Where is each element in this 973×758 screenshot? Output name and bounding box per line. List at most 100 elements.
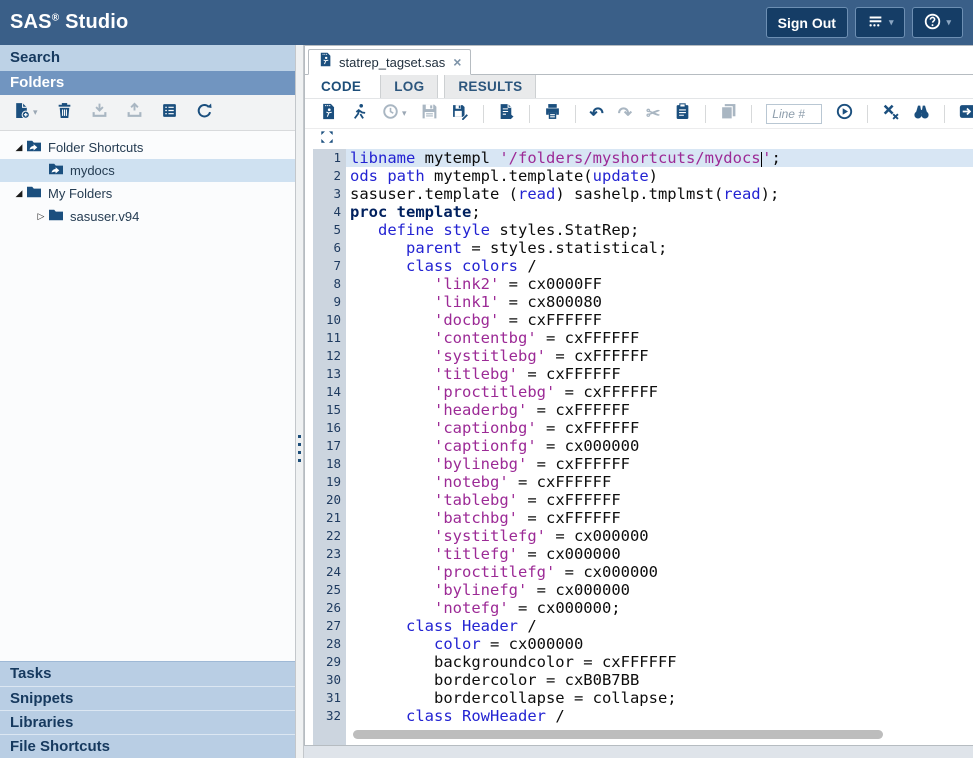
code-line-29: 29 backgroundcolor = cxFFFFFF bbox=[313, 653, 973, 671]
line-number-input[interactable] bbox=[766, 104, 822, 124]
tree-item-mydocs[interactable]: mydocs bbox=[0, 159, 295, 182]
code-line-8: 8 'link2' = cx0000FF bbox=[313, 275, 973, 293]
line-number: 26 bbox=[313, 599, 346, 617]
delete-button[interactable] bbox=[56, 102, 73, 124]
horizontal-scrollbar[interactable] bbox=[353, 730, 883, 740]
code-line-3: 3sasuser.template (read) sashelp.tmplmst… bbox=[313, 185, 973, 203]
tab-statrep-tagset-sas[interactable]: statrep_tagset.sas × bbox=[308, 49, 471, 75]
help-menu-button[interactable]: ▾ bbox=[912, 7, 963, 38]
tree-item-sasuser-v94[interactable]: ▷sasuser.v94 bbox=[0, 205, 295, 228]
line-number: 17 bbox=[313, 437, 346, 455]
code-line-19: 19 'notebg' = cxFFFFFF bbox=[313, 473, 973, 491]
document-tab-title: statrep_tagset.sas bbox=[339, 55, 445, 70]
save-as-button[interactable] bbox=[452, 103, 469, 125]
code-line-17: 17 'captionfg' = cx000000 bbox=[313, 437, 973, 455]
panel-file-shortcuts[interactable]: File Shortcuts bbox=[0, 734, 295, 758]
code-text: 'contentbg' = cxFFFFFF bbox=[346, 329, 973, 347]
tree-item-my-folders[interactable]: ◢My Folders bbox=[0, 182, 295, 205]
panel-folders[interactable]: Folders bbox=[0, 71, 295, 95]
code-line-4: 4proc template; bbox=[313, 203, 973, 221]
close-tab-icon[interactable]: × bbox=[453, 54, 461, 70]
code-line-15: 15 'headerbg' = cxFFFFFF bbox=[313, 401, 973, 419]
topbar-actions: Sign Out ▾ ▾ bbox=[766, 7, 963, 38]
run-button[interactable] bbox=[351, 103, 368, 125]
toolbar-separator bbox=[944, 105, 945, 123]
upload-button bbox=[126, 102, 143, 124]
code-text: 'notebg' = cxFFFFFF bbox=[346, 473, 973, 491]
find-replace-button[interactable] bbox=[913, 103, 930, 125]
line-number: 13 bbox=[313, 365, 346, 383]
code-text: 'docbg' = cxFFFFFF bbox=[346, 311, 973, 329]
go-icon bbox=[836, 103, 853, 125]
code-text: color = cx000000 bbox=[346, 635, 973, 653]
maximize-view-button[interactable] bbox=[320, 130, 334, 149]
panel-tasks[interactable]: Tasks bbox=[0, 662, 295, 686]
document-tabstrip: statrep_tagset.sas × bbox=[305, 48, 973, 75]
folder-shortcut-icon bbox=[48, 161, 70, 180]
line-number: 3 bbox=[313, 185, 346, 203]
code-text: 'bylinebg' = cxFFFFFF bbox=[346, 455, 973, 473]
collapsed-caret-icon[interactable]: ▷ bbox=[34, 211, 48, 222]
code-text: proc template; bbox=[346, 203, 973, 221]
tab-code[interactable]: CODE bbox=[308, 75, 374, 98]
expand-row bbox=[305, 129, 973, 149]
code-line-9: 9 'link1' = cx800080 bbox=[313, 293, 973, 311]
code-line-27: 27 class Header / bbox=[313, 617, 973, 635]
code-text: parent = styles.statistical; bbox=[346, 239, 973, 257]
line-number: 1 bbox=[313, 149, 346, 167]
line-number: 14 bbox=[313, 383, 346, 401]
sign-out-button[interactable]: Sign Out bbox=[766, 7, 848, 38]
new-program-button[interactable] bbox=[320, 103, 337, 125]
panel-libraries[interactable]: Libraries bbox=[0, 710, 295, 734]
refresh-button[interactable] bbox=[196, 102, 213, 124]
code-text: class Header / bbox=[346, 617, 973, 635]
indent-icon bbox=[959, 103, 973, 125]
chevron-down-icon: ▾ bbox=[889, 17, 894, 28]
more-menu-button[interactable]: ▾ bbox=[855, 7, 906, 38]
code-line-5: 5 define style styles.StatRep; bbox=[313, 221, 973, 239]
code-editor[interactable]: 1libname mytempl '/folders/myshortcuts/m… bbox=[313, 149, 973, 745]
code-text: 'notefg' = cx000000; bbox=[346, 599, 973, 617]
line-number: 20 bbox=[313, 491, 346, 509]
paste-button[interactable] bbox=[674, 103, 691, 125]
doc-arrow-icon bbox=[498, 103, 515, 125]
tree-item-folder-shortcuts[interactable]: ◢Folder Shortcuts bbox=[0, 136, 295, 159]
code-text: bordercolor = cxB0B7BB bbox=[346, 671, 973, 689]
tab-log[interactable]: LOG bbox=[380, 75, 438, 98]
panel-search[interactable]: Search bbox=[0, 45, 295, 71]
code-line-30: 30 bordercolor = cxB0B7BB bbox=[313, 671, 973, 689]
expanded-caret-icon[interactable]: ◢ bbox=[12, 142, 26, 153]
go-to-line-button[interactable] bbox=[836, 103, 853, 125]
code-text: class RowHeader / bbox=[346, 707, 973, 725]
code-text: sasuser.template (read) sashelp.tmplmst(… bbox=[346, 185, 973, 203]
line-number: 4 bbox=[313, 203, 346, 221]
line-number: 7 bbox=[313, 257, 346, 275]
line-number: 24 bbox=[313, 563, 346, 581]
line-number: 9 bbox=[313, 293, 346, 311]
redo-icon: ↷ bbox=[618, 105, 632, 122]
sidebar-splitter[interactable] bbox=[296, 45, 304, 758]
toolbar-separator bbox=[529, 105, 530, 123]
new-item-button[interactable]: ▾ bbox=[13, 102, 38, 124]
panel-snippets[interactable]: Snippets bbox=[0, 686, 295, 710]
scrollbar-thumb[interactable] bbox=[353, 730, 883, 739]
line-number: 19 bbox=[313, 473, 346, 491]
undo-button[interactable]: ↶ bbox=[590, 105, 604, 122]
code-line-22: 22 'systitlefg' = cx000000 bbox=[313, 527, 973, 545]
code-line-12: 12 'systitlebg' = cxFFFFFF bbox=[313, 347, 973, 365]
code-text: 'captionbg' = cxFFFFFF bbox=[346, 419, 973, 437]
clear-code-button[interactable] bbox=[882, 103, 899, 125]
print-button[interactable] bbox=[544, 103, 561, 125]
code-text: bordercollapse = collapse; bbox=[346, 689, 973, 707]
tab-results[interactable]: RESULTS bbox=[444, 75, 536, 98]
folder-icon bbox=[48, 207, 70, 226]
export-code-button[interactable] bbox=[498, 103, 515, 125]
line-number: 15 bbox=[313, 401, 346, 419]
expanded-caret-icon[interactable]: ◢ bbox=[12, 188, 26, 199]
line-number: 16 bbox=[313, 419, 346, 437]
clear-icon bbox=[882, 103, 899, 125]
line-number: 10 bbox=[313, 311, 346, 329]
indent-code-button[interactable] bbox=[959, 103, 973, 125]
code-text: 'headerbg' = cxFFFFFF bbox=[346, 401, 973, 419]
properties-button[interactable] bbox=[161, 102, 178, 124]
